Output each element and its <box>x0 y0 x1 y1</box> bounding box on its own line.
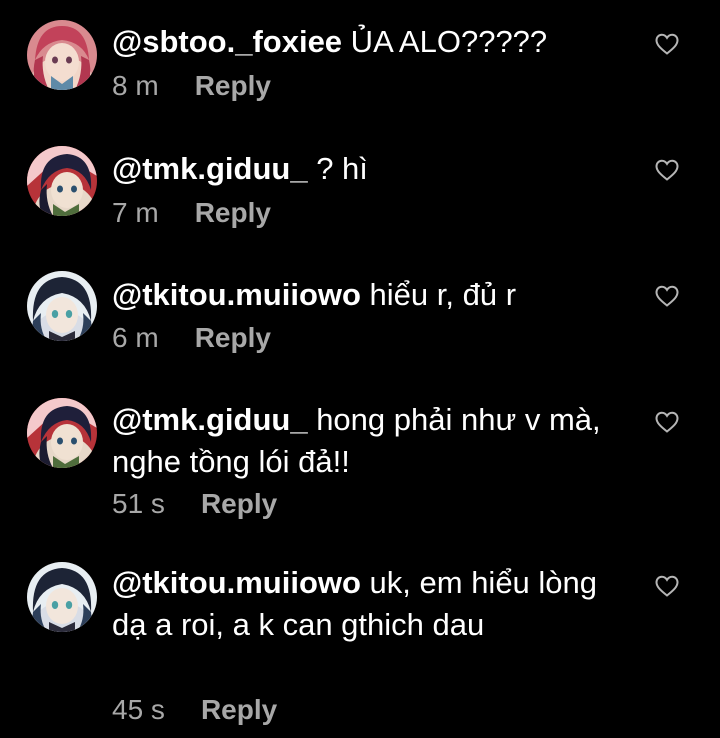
avatar[interactable] <box>27 562 97 632</box>
heart-outline-icon <box>655 159 679 181</box>
comment-username[interactable]: @tmk.giduu_ <box>112 151 308 186</box>
comment-text: @tmk.giduu_ ? hì <box>112 148 612 190</box>
avatar[interactable] <box>27 398 97 468</box>
comment-message: ? hì <box>307 151 368 186</box>
comment-message: ỦA ALO????? <box>342 24 548 59</box>
comment-time: 6 m <box>112 322 159 353</box>
comment-text: @tkitou.muiiowo uk, em hiểu lòng dạ a ro… <box>112 562 602 646</box>
comment-username[interactable]: @tmk.giduu_ <box>112 402 308 437</box>
comment-meta: 6 m Reply <box>112 318 271 358</box>
reply-button[interactable]: Reply <box>201 690 277 730</box>
comment-username[interactable]: @sbtoo._foxiee <box>112 24 342 59</box>
avatar-dark-hair-red-icon <box>27 398 97 468</box>
avatar[interactable] <box>27 146 97 216</box>
reply-button[interactable]: Reply <box>201 484 277 524</box>
comment-time: 45 s <box>112 694 165 725</box>
comment-meta: 51 s Reply <box>112 484 277 524</box>
comment-text: @tmk.giduu_ hong phải như v mà, nghe tồn… <box>112 399 602 483</box>
comment-text: @sbtoo._foxiee ỦA ALO????? <box>112 21 612 63</box>
like-button[interactable] <box>654 410 680 434</box>
like-button[interactable] <box>654 284 680 308</box>
like-button[interactable] <box>654 574 680 598</box>
avatar-pink-hair-icon <box>27 20 97 90</box>
comment-meta: 7 m Reply <box>112 193 271 233</box>
heart-outline-icon <box>655 411 679 433</box>
avatar[interactable] <box>27 20 97 90</box>
heart-outline-icon <box>655 285 679 307</box>
comment-time: 7 m <box>112 197 159 228</box>
avatar-dark-hair-teal-icon <box>27 562 97 632</box>
like-button[interactable] <box>654 32 680 56</box>
avatar[interactable] <box>27 271 97 341</box>
reply-button[interactable]: Reply <box>195 193 271 233</box>
heart-outline-icon <box>655 575 679 597</box>
comment-text: @tkitou.muiiowo hiểu r, đủ r <box>112 274 612 316</box>
comment-username[interactable]: @tkitou.muiiowo <box>112 277 361 312</box>
comment-meta: 45 s Reply <box>112 690 277 730</box>
avatar-dark-hair-red-icon <box>27 146 97 216</box>
heart-outline-icon <box>655 33 679 55</box>
like-button[interactable] <box>654 158 680 182</box>
comment-time: 51 s <box>112 488 165 519</box>
reply-button[interactable]: Reply <box>195 66 271 106</box>
comment-time: 8 m <box>112 70 159 101</box>
comment-username[interactable]: @tkitou.muiiowo <box>112 565 361 600</box>
avatar-dark-hair-teal-icon <box>27 271 97 341</box>
reply-button[interactable]: Reply <box>195 318 271 358</box>
comment-message: hiểu r, đủ r <box>360 277 517 312</box>
comment-meta: 8 m Reply <box>112 66 271 106</box>
